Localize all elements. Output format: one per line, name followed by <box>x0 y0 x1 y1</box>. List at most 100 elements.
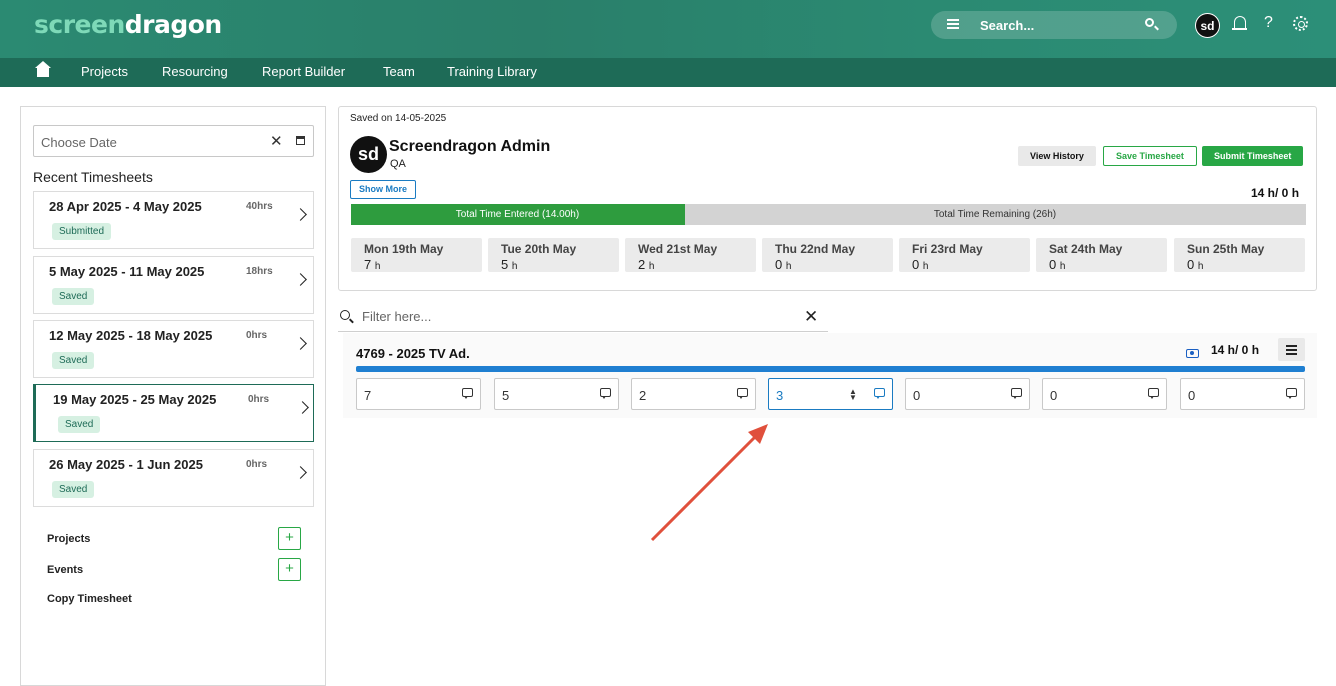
day-name: Thu 22nd May <box>775 242 856 256</box>
hours-entry-input[interactable]: 5 <box>494 378 619 410</box>
menu-icon[interactable] <box>947 19 959 29</box>
day-summary: Mon 19th May 7 h <box>351 238 482 272</box>
time-entered-label: Total Time Entered (14.00h) <box>455 209 580 220</box>
save-timesheet-button[interactable]: Save Timesheet <box>1103 146 1197 166</box>
hours-value[interactable]: 2 <box>639 388 646 403</box>
project-row: 4769 - 2025 TV Ad. 14 h/ 0 h 7 5 2 3 ▲ ▼ … <box>343 333 1317 418</box>
user-avatar-large: sd <box>350 136 387 173</box>
timesheet-range: 26 May 2025 - 1 Jun 2025 <box>49 457 203 472</box>
hours-value[interactable]: 0 <box>1050 388 1057 403</box>
comment-icon[interactable] <box>1011 388 1022 399</box>
status-badge: Saved <box>52 481 95 498</box>
day-name: Sun 25th May <box>1187 242 1265 256</box>
search-icon[interactable] <box>1145 18 1154 27</box>
day-hours: 2 h <box>638 257 655 272</box>
help-icon[interactable]: ? <box>1264 14 1273 32</box>
chevron-right-icon[interactable] <box>294 466 307 479</box>
comment-icon[interactable] <box>1286 388 1297 399</box>
screendragon-logo[interactable]: screendragon <box>34 10 222 39</box>
day-summary: Wed 21st May 2 h <box>625 238 756 272</box>
add-project-button[interactable]: + <box>278 527 301 550</box>
hours-value[interactable]: 5 <box>502 388 509 403</box>
hours-value[interactable]: 0 <box>1188 388 1195 403</box>
global-search[interactable]: Search... <box>931 11 1177 39</box>
clear-filter-icon[interactable]: ✕ <box>804 307 818 327</box>
total-hours-summary: 14 h/ 0 h <box>1251 186 1300 200</box>
add-event-button[interactable]: + <box>278 558 301 581</box>
nav-projects[interactable]: Projects <box>81 64 128 79</box>
nav-resourcing[interactable]: Resourcing <box>162 64 228 79</box>
timesheet-hours: 0hrs <box>246 330 268 341</box>
top-header: screendragon Search... sd ? <box>0 0 1336 58</box>
day-hours: 0 h <box>912 257 929 272</box>
day-summary: Sun 25th May 0 h <box>1174 238 1305 272</box>
timesheet-range: 12 May 2025 - 18 May 2025 <box>49 328 213 343</box>
timesheet-card[interactable]: 28 Apr 2025 - 4 May 2025 40hrs Submitted <box>33 191 314 249</box>
user-avatar[interactable]: sd <box>1195 13 1220 38</box>
hours-entry-input[interactable]: 2 <box>631 378 756 410</box>
day-hours: 0 h <box>1049 257 1066 272</box>
notification-bell-icon[interactable] <box>1232 16 1247 30</box>
search-placeholder[interactable]: Search... <box>980 18 1034 33</box>
project-hours: 14 h/ 0 h <box>1211 343 1260 357</box>
comment-icon[interactable] <box>1148 388 1159 399</box>
submit-timesheet-button[interactable]: Submit Timesheet <box>1202 146 1304 166</box>
copy-timesheet-link[interactable]: Copy Timesheet <box>47 593 132 605</box>
choose-date-input[interactable]: Choose Date ✕ <box>33 125 314 157</box>
day-summary: Tue 20th May 5 h <box>488 238 619 272</box>
day-name: Fri 23rd May <box>912 242 983 256</box>
comment-icon[interactable] <box>462 388 473 399</box>
hours-value[interactable]: 0 <box>913 388 920 403</box>
timesheet-card-selected[interactable]: 19 May 2025 - 25 May 2025 0hrs Saved <box>33 384 314 442</box>
view-icon[interactable] <box>1186 349 1199 358</box>
hours-entry-input[interactable]: 0 <box>905 378 1030 410</box>
filter-placeholder[interactable]: Filter here... <box>362 309 431 324</box>
hours-entry-input-focused[interactable]: 3 ▲ ▼ <box>768 378 893 410</box>
hours-entry-input[interactable]: 0 <box>1042 378 1167 410</box>
settings-gear-icon[interactable] <box>1293 16 1308 31</box>
calendar-icon[interactable] <box>296 136 305 145</box>
status-badge: Saved <box>58 416 101 433</box>
timesheet-card[interactable]: 26 May 2025 - 1 Jun 2025 0hrs Saved <box>33 449 314 507</box>
chevron-right-icon[interactable] <box>296 401 309 414</box>
projects-link[interactable]: Projects <box>47 533 90 545</box>
hours-entry-input[interactable]: 0 <box>1180 378 1305 410</box>
chevron-right-icon[interactable] <box>294 208 307 221</box>
timesheet-hours: 0hrs <box>246 459 268 470</box>
day-hours: 0 h <box>775 257 792 272</box>
date-placeholder: Choose Date <box>41 135 117 150</box>
number-stepper-icon[interactable]: ▲ ▼ <box>849 388 857 402</box>
day-name: Wed 21st May <box>638 242 718 256</box>
user-role: QA <box>390 158 406 170</box>
clear-date-icon[interactable]: ✕ <box>270 132 283 150</box>
chevron-right-icon[interactable] <box>294 337 307 350</box>
comment-icon[interactable] <box>600 388 611 399</box>
time-remaining-label: Total Time Remaining (26h) <box>933 209 1057 220</box>
project-menu-button[interactable] <box>1278 338 1305 361</box>
recent-timesheets-heading: Recent Timesheets <box>33 169 153 185</box>
timesheet-card[interactable]: 5 May 2025 - 11 May 2025 18hrs Saved <box>33 256 314 314</box>
events-link[interactable]: Events <box>47 564 83 576</box>
status-badge: Saved <box>52 288 95 305</box>
view-history-button[interactable]: View History <box>1018 146 1096 166</box>
nav-report-builder[interactable]: Report Builder <box>262 64 345 79</box>
day-summary: Fri 23rd May 0 h <box>899 238 1030 272</box>
nav-training-library[interactable]: Training Library <box>447 64 537 79</box>
timesheet-hours: 18hrs <box>246 266 273 277</box>
show-more-button[interactable]: Show More <box>350 180 417 199</box>
timesheet-card[interactable]: 12 May 2025 - 18 May 2025 0hrs Saved <box>33 320 314 378</box>
hours-value[interactable]: 7 <box>364 388 371 403</box>
home-icon[interactable] <box>35 61 51 77</box>
comment-icon[interactable] <box>874 388 885 399</box>
filter-input[interactable]: Filter here... ✕ <box>338 306 828 332</box>
timesheet-hours: 40hrs <box>246 201 273 212</box>
main-nav: Projects Resourcing Report Builder Team … <box>0 58 1336 87</box>
status-badge: Saved <box>52 352 95 369</box>
hours-value[interactable]: 3 <box>776 388 783 403</box>
hours-entry-input[interactable]: 7 <box>356 378 481 410</box>
day-hours: 7 h <box>364 257 381 272</box>
comment-icon[interactable] <box>737 388 748 399</box>
nav-team[interactable]: Team <box>383 64 415 79</box>
day-summary: Sat 24th May 0 h <box>1036 238 1167 272</box>
chevron-right-icon[interactable] <box>294 273 307 286</box>
